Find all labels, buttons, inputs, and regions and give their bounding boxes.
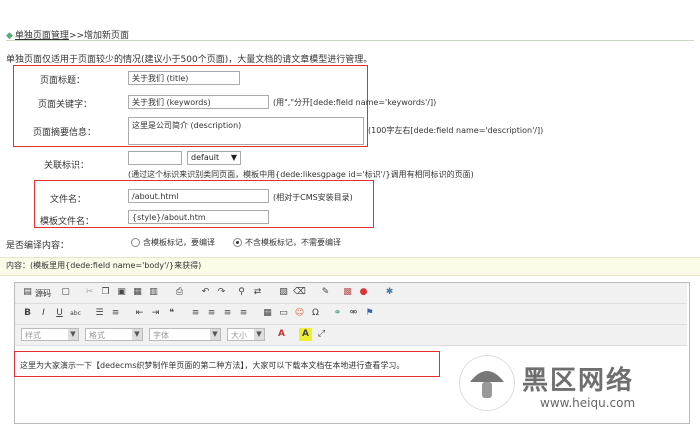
format-combo[interactable]: 格式 ▼ <box>85 328 143 341</box>
tag-label: 关联标识： <box>44 161 90 171</box>
tag-select-value: default <box>191 153 220 162</box>
special-char-icon[interactable]: Ω <box>309 307 322 320</box>
compile-option-yes[interactable]: 含模板标记，要编译 <box>131 237 215 248</box>
tag-select[interactable]: default ▼ <box>187 151 241 165</box>
maximize-icon[interactable]: ⤢ <box>315 328 328 341</box>
filename-input[interactable]: /about.html <box>128 189 269 203</box>
horizontal-rule-icon[interactable]: ▭ <box>277 307 290 320</box>
size-combo-label: 大小 <box>231 331 247 340</box>
compile-label: 是否编译内容： <box>6 241 70 251</box>
mushroom-icon <box>470 371 504 398</box>
spellcheck-icon[interactable]: ✎ <box>319 286 332 299</box>
find-icon[interactable]: ⚲ <box>235 286 248 299</box>
radio-compile-no[interactable] <box>233 238 242 247</box>
redo-icon[interactable]: ↷ <box>215 286 228 299</box>
divider <box>6 40 694 41</box>
undo-icon[interactable]: ↶ <box>199 286 212 299</box>
chevron-down-icon: ▼ <box>132 329 142 340</box>
paste-icon[interactable]: ▣ <box>115 286 128 299</box>
watermark-name: 黑区网络 <box>522 366 635 396</box>
align-left-icon[interactable]: ≡ <box>189 307 202 320</box>
unlink-icon[interactable]: ⚮ <box>347 307 360 320</box>
strikethrough-icon[interactable]: abc <box>69 307 82 320</box>
compile-option-no[interactable]: 不含模板标记，不需要编译 <box>233 237 341 248</box>
keywords-label: 页面关键字： <box>38 100 93 110</box>
smiley-icon[interactable]: ☺ <box>293 307 306 320</box>
description-textarea[interactable]: 这里是公司简介 (description) <box>128 117 364 145</box>
description-label: 页面摘要信息： <box>33 128 97 138</box>
editor-toolbar-row3: 样式 ▼ 格式 ▼ 字体 ▼ 大小 ▼ A A ⤢ <box>15 325 687 346</box>
editor-toolbar-row2: B I U abc ☰ ≡ ⇤ ⇥ ❝ ≡ ≡ ≡ ≡ ▦ ▭ ☺ Ω ⚭ ⚮ … <box>15 304 687 325</box>
font-combo-label: 字体 <box>153 331 169 340</box>
settings-icon[interactable]: ✱ <box>383 286 396 299</box>
source-icon[interactable]: ▤ <box>21 286 34 299</box>
radio-compile-yes[interactable] <box>131 238 140 247</box>
tag-hint: (通过这个标识来识别类同页面，模板中用{dede:likesgpage id='… <box>128 170 474 179</box>
compile-option-no-label: 不含模板标记，不需要编译 <box>245 238 341 247</box>
style-combo-label: 样式 <box>25 331 41 340</box>
keywords-hint: (用","分开[dede:field name='keywords'/]) <box>273 98 437 107</box>
editor-body-text[interactable]: 这里为大家演示一下【dedecms织梦制作单页面的第二种方法】，大家可以下载本文… <box>20 360 404 371</box>
align-center-icon[interactable]: ≡ <box>205 307 218 320</box>
title-label: 页面标题： <box>40 76 86 86</box>
cut-icon[interactable]: ✂ <box>83 286 96 299</box>
blockquote-icon[interactable]: ❝ <box>165 307 178 320</box>
keywords-input[interactable]: 关于我们 (keywords) <box>128 95 269 109</box>
template-input[interactable]: {style}/about.htm <box>128 210 269 224</box>
select-all-icon[interactable]: ▨ <box>277 286 290 299</box>
anchor-icon[interactable]: ⚑ <box>363 307 376 320</box>
table-icon[interactable]: ▦ <box>261 307 274 320</box>
indent-icon[interactable]: ⇥ <box>149 307 162 320</box>
tag-input[interactable] <box>128 151 182 165</box>
print-icon[interactable]: ⎙ <box>173 286 186 299</box>
compile-option-yes-label: 含模板标记，要编译 <box>143 238 215 247</box>
copy-icon[interactable]: ❐ <box>99 286 112 299</box>
preview-icon[interactable]: ▢ <box>59 286 72 299</box>
text-color-icon[interactable]: A <box>275 328 288 341</box>
unordered-list-icon[interactable]: ≡ <box>109 307 122 320</box>
title-input[interactable]: 关于我们 (title) <box>128 71 240 85</box>
chevron-down-icon: ▼ <box>210 329 220 340</box>
style-combo[interactable]: 样式 ▼ <box>21 328 79 341</box>
content-label: 内容：(模板里用{dede:field name='body'/}来获得) <box>6 261 202 270</box>
chevron-down-icon: ▼ <box>68 329 78 340</box>
filename-label: 文件名： <box>50 195 87 205</box>
format-combo-label: 格式 <box>89 331 105 340</box>
align-right-icon[interactable]: ≡ <box>221 307 234 320</box>
link-icon[interactable]: ⚭ <box>331 307 344 320</box>
replace-icon[interactable]: ⇄ <box>251 286 264 299</box>
italic-icon[interactable]: I <box>37 307 50 320</box>
bg-color-icon[interactable]: A <box>299 328 312 341</box>
source-button-label[interactable]: 源码 <box>35 288 51 299</box>
dropdown-arrow-icon: ▼ <box>230 153 237 162</box>
watermark-logo <box>460 356 514 410</box>
image-icon[interactable]: ▩ <box>341 286 354 299</box>
size-combo[interactable]: 大小 ▼ <box>227 328 265 341</box>
font-combo[interactable]: 字体 ▼ <box>149 328 221 341</box>
bold-icon[interactable]: B <box>21 307 34 320</box>
template-label: 模板文件名： <box>40 217 95 227</box>
description-hint: (100字左右[dede:field name='description'/]) <box>368 126 544 135</box>
watermark-url: www.heiqu.com <box>540 396 636 410</box>
paste-word-icon[interactable]: ▥ <box>147 286 160 299</box>
ordered-list-icon[interactable]: ☰ <box>93 307 106 320</box>
chevron-down-icon: ▼ <box>254 329 264 340</box>
underline-icon[interactable]: U <box>53 307 66 320</box>
outdent-icon[interactable]: ⇤ <box>133 307 146 320</box>
justify-icon[interactable]: ≡ <box>237 307 250 320</box>
remove-format-icon[interactable]: ⌫ <box>293 286 306 299</box>
paste-text-icon[interactable]: ▦ <box>131 286 144 299</box>
filename-hint: (相对于CMS安装目录) <box>273 193 353 202</box>
flash-icon[interactable]: ● <box>357 286 370 299</box>
usage-note: 单独页面仅适用于页面较少的情况(建议小于500个页面)，大量文档的请文章模型进行… <box>6 55 373 65</box>
editor-toolbar-row1: ▤ 源码 ▢ ✂ ❐ ▣ ▦ ▥ ⎙ ↶ ↷ ⚲ ⇄ ▨ ⌫ ✎ ▩ ● ✱ <box>15 283 687 304</box>
